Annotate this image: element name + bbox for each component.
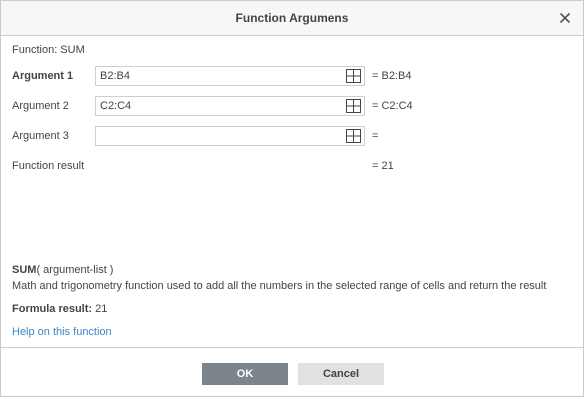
argument-1-range-button[interactable]	[346, 69, 361, 83]
cancel-button[interactable]: Cancel	[298, 363, 384, 385]
function-signature-name: SUM	[12, 264, 37, 276]
argument-1-input[interactable]	[96, 67, 340, 85]
function-result-value: = 21	[372, 160, 394, 172]
argument-1-result: = B2:B4	[372, 70, 412, 82]
argument-3-field	[95, 126, 365, 146]
footer-divider	[1, 347, 583, 348]
function-signature-args: ( argument-list )	[36, 264, 114, 276]
argument-3-input[interactable]	[96, 127, 340, 145]
formula-result: Formula result: 21	[12, 303, 107, 315]
dialog-titlebar: Function Argumens	[1, 1, 583, 36]
formula-result-value: 21	[95, 303, 108, 315]
argument-3-label: Argument 3	[12, 130, 69, 142]
argument-3-result: =	[372, 130, 379, 142]
argument-2-label: Argument 2	[12, 100, 69, 112]
ok-button[interactable]: OK	[202, 363, 288, 385]
function-name-label: Function: SUM	[12, 44, 85, 56]
range-select-icon	[346, 99, 361, 113]
dialog-title: Function Argumens	[235, 11, 349, 25]
function-description: Math and trigonometry function used to a…	[12, 280, 547, 292]
function-signature: SUM( argument-list )	[12, 264, 113, 276]
argument-1-field	[95, 66, 365, 86]
argument-2-result: = C2:C4	[372, 100, 413, 112]
range-select-icon	[346, 69, 361, 83]
argument-2-input[interactable]	[96, 97, 340, 115]
argument-1-label: Argument 1	[12, 70, 74, 82]
range-select-icon	[346, 129, 361, 143]
close-button[interactable]	[557, 10, 573, 26]
function-result-label: Function result	[12, 160, 85, 172]
close-icon	[559, 12, 571, 24]
argument-2-range-button[interactable]	[346, 99, 361, 113]
formula-result-label: Formula result:	[12, 303, 93, 315]
argument-2-field	[95, 96, 365, 116]
help-on-function-link[interactable]: Help on this function	[12, 326, 112, 338]
function-arguments-dialog: Function Argumens Function: SUM Argument…	[0, 0, 584, 397]
argument-3-range-button[interactable]	[346, 129, 361, 143]
